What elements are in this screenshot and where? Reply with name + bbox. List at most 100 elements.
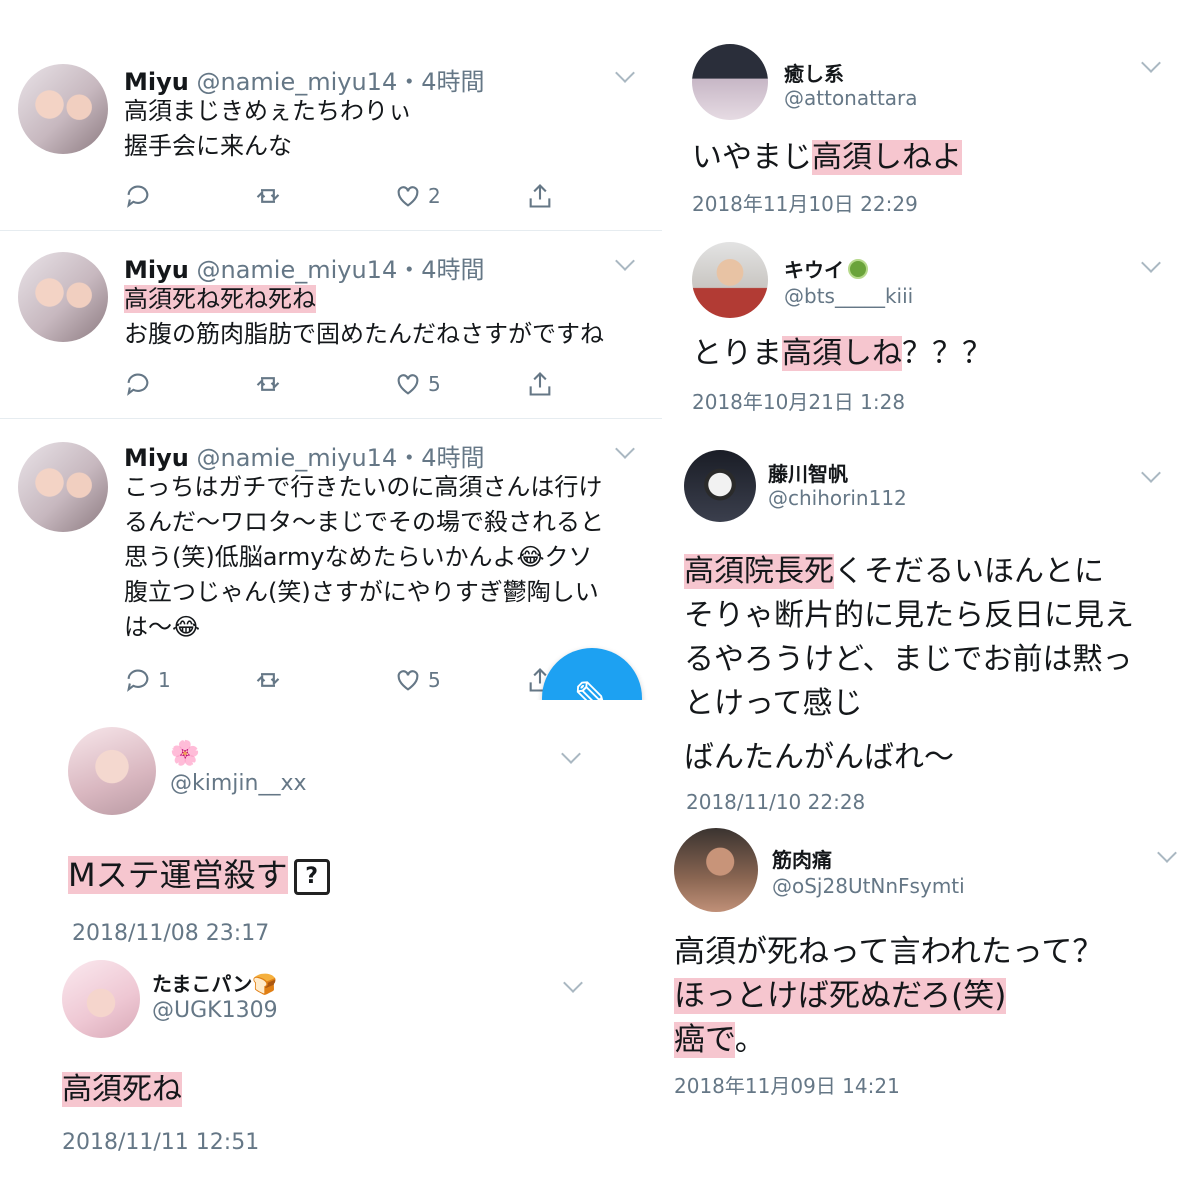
tweet-text: 高須院長死くそだるいほんとに そりゃ断片的に見たら反日に見え るやろうけど、まじ… xyxy=(684,550,1134,780)
tweet-line: 思う(笑)低脳armyなめたらいかんよ😂クソ xyxy=(124,543,593,571)
reply-button[interactable] xyxy=(124,180,158,212)
avatar[interactable] xyxy=(18,252,108,342)
tweet-header: Miyu @namie_miyu14・4時間 xyxy=(124,438,485,473)
tweet-card[interactable]: 癒し系 @attonattara いやまじ高須しねよ 2018年11月10日 2… xyxy=(672,40,1180,230)
user-handle[interactable]: @namie_miyu14 xyxy=(196,68,397,96)
tweet-text-part: 。 xyxy=(734,1022,766,1058)
tweet-date: 2018年11月10日 22:29 xyxy=(692,192,918,216)
reply-icon xyxy=(127,185,149,208)
tweet-card[interactable]: 筋肉痛 @oSj28UtNnFsymti 高須が死ねって言われたって？ ほっとけ… xyxy=(660,826,1190,1106)
display-name[interactable]: 藤川智帆 xyxy=(768,458,848,487)
retweet-icon xyxy=(256,377,280,391)
reply-count: 1 xyxy=(158,668,171,692)
user-handle[interactable]: @chihorin112 xyxy=(768,486,907,510)
tweet-text: 高須が死ねって言われたって？ ほっとけば死ぬだろ(笑) 癌で。 xyxy=(674,930,1103,1062)
kiwi-emoji-icon xyxy=(848,259,868,279)
user-handle[interactable]: @namie_miyu14 xyxy=(196,256,397,284)
like-count: 2 xyxy=(428,184,441,208)
display-name[interactable]: キウイ xyxy=(784,254,868,283)
retweet-button[interactable] xyxy=(254,368,282,400)
tweet-card[interactable]: たまこパン🍞 @UGK1309 高須死ね 2018/11/11 12:51 xyxy=(0,950,640,1180)
like-button[interactable]: 2 xyxy=(394,180,441,212)
tweet-line: 高須が死ねって言われたって？ xyxy=(674,934,1104,970)
avatar[interactable] xyxy=(692,44,768,120)
tweet-text: 高須まじきめぇたちわりぃ 握手会に来んな xyxy=(124,94,644,164)
like-button[interactable]: 5 xyxy=(394,368,441,400)
avatar[interactable] xyxy=(674,828,758,912)
retweet-icon xyxy=(256,673,280,687)
tweet-card[interactable]: キウイ @bts_____kiii とりま高須しね？？？ 2018年10月21日… xyxy=(672,236,1180,432)
tweet-header: Miyu @namie_miyu14・4時間 xyxy=(124,250,485,285)
tweet-line: こっちはガチで行きたいのに高須さんは行け xyxy=(124,473,603,501)
like-button[interactable]: 5 xyxy=(394,664,441,696)
chevron-down-icon[interactable] xyxy=(561,744,581,764)
avatar[interactable] xyxy=(684,450,756,522)
tweet-line: 腹立つじゃん(笑)さすがにやりすぎ鬱陶しい xyxy=(124,578,599,606)
tweet-line: るんだ〜ワロタ〜まじでその場で殺されると xyxy=(124,508,604,536)
display-name[interactable]: Miyu xyxy=(124,444,189,472)
avatar[interactable] xyxy=(18,442,108,532)
avatar[interactable] xyxy=(68,727,156,815)
tweet-time: ・4時間 xyxy=(397,256,485,284)
chevron-down-icon[interactable] xyxy=(1141,53,1161,73)
user-handle[interactable]: @oSj28UtNnFsymti xyxy=(772,874,965,898)
tweet-line: お腹の筋肉脂肪で固めたんだねさすがですね xyxy=(124,320,604,348)
tweet-item[interactable]: Miyu @namie_miyu14・4時間 高須死ね死ね死ね お腹の筋肉脂肪で… xyxy=(0,232,662,419)
reply-icon xyxy=(127,669,149,692)
tweet-text-highlighted: 高須しねよ xyxy=(812,140,962,175)
user-handle[interactable]: @kimjin__xx xyxy=(170,771,307,796)
tweet-actions: 2 xyxy=(124,180,564,212)
chevron-down-icon[interactable] xyxy=(1141,253,1161,273)
tweet-time: ・4時間 xyxy=(397,68,485,96)
tweet-actions: 5 xyxy=(124,368,564,400)
tweet-date: 2018年11月09日 14:21 xyxy=(674,1074,900,1098)
avatar[interactable] xyxy=(62,960,140,1038)
avatar[interactable] xyxy=(692,242,768,318)
tweet-text-part: いやまじ xyxy=(692,140,812,175)
retweet-icon xyxy=(256,189,280,203)
share-icon xyxy=(529,372,551,396)
chevron-down-icon[interactable] xyxy=(563,973,583,993)
share-button[interactable] xyxy=(526,368,554,400)
tweet-time: ・4時間 xyxy=(397,444,485,472)
chevron-down-icon[interactable] xyxy=(615,439,635,459)
tweet-text: 高須死ね死ね死ね お腹の筋肉脂肪で固めたんだねさすがですね xyxy=(124,282,644,352)
user-handle[interactable]: @UGK1309 xyxy=(152,998,278,1023)
tweet-line: とけって感じ xyxy=(684,686,863,721)
user-handle[interactable]: @attonattara xyxy=(784,86,918,110)
tweet-date: 2018年10月21日 1:28 xyxy=(692,390,906,414)
tweet-text-highlighted: 高須院長死 xyxy=(684,554,834,589)
tweet-line: るやろうけど、まじでお前は黙っ xyxy=(684,642,1133,677)
tweet-date: 2018/11/10 22:28 xyxy=(686,790,866,814)
share-button[interactable] xyxy=(526,180,554,212)
display-name[interactable]: 筋肉痛 xyxy=(772,844,832,873)
tweet-header: Miyu @namie_miyu14・4時間 xyxy=(124,62,485,97)
tweet-text: 高須死ね xyxy=(62,1068,182,1112)
heart-icon xyxy=(397,186,419,207)
display-name[interactable]: Miyu xyxy=(124,68,189,96)
tweet-card[interactable]: 🌸 @kimjin__xx Mステ運営殺す? 2018/11/08 23:17 xyxy=(0,705,640,950)
tweet-card[interactable]: 藤川智帆 @chihorin112 高須院長死くそだるいほんとに そりゃ断片的に… xyxy=(672,438,1180,822)
tweet-text-highlighted: 高須死ね xyxy=(62,1072,182,1107)
user-handle[interactable]: @namie_miyu14 xyxy=(196,444,397,472)
tweet-item[interactable]: Miyu @namie_miyu14・4時間 高須まじきめぇたちわりぃ 握手会に… xyxy=(0,40,662,231)
reply-button[interactable] xyxy=(124,368,158,400)
like-count: 5 xyxy=(428,668,441,692)
avatar[interactable] xyxy=(18,64,108,154)
display-name-text: キウイ xyxy=(784,258,844,282)
display-name[interactable]: Miyu xyxy=(124,256,189,284)
chevron-down-icon[interactable] xyxy=(1141,463,1161,483)
display-name[interactable]: 癒し系 xyxy=(784,58,844,87)
retweet-button[interactable] xyxy=(254,180,282,212)
tweet-list-panel: Miyu @namie_miyu14・4時間 高須まじきめぇたちわりぃ 握手会に… xyxy=(0,40,662,700)
chevron-down-icon[interactable] xyxy=(615,63,635,83)
display-name[interactable]: たまこパン🍞 xyxy=(152,968,277,997)
tweet-text-highlighted: ほっとけば死ぬだろ(笑) xyxy=(674,978,1007,1014)
user-handle[interactable]: @bts_____kiii xyxy=(784,284,913,308)
tweet-text-highlighted: 癌で xyxy=(674,1022,735,1058)
retweet-button[interactable] xyxy=(254,664,282,696)
chevron-down-icon[interactable] xyxy=(1157,843,1177,863)
display-name[interactable]: 🌸 xyxy=(170,739,200,767)
chevron-down-icon[interactable] xyxy=(615,251,635,271)
reply-button[interactable]: 1 xyxy=(124,664,171,696)
